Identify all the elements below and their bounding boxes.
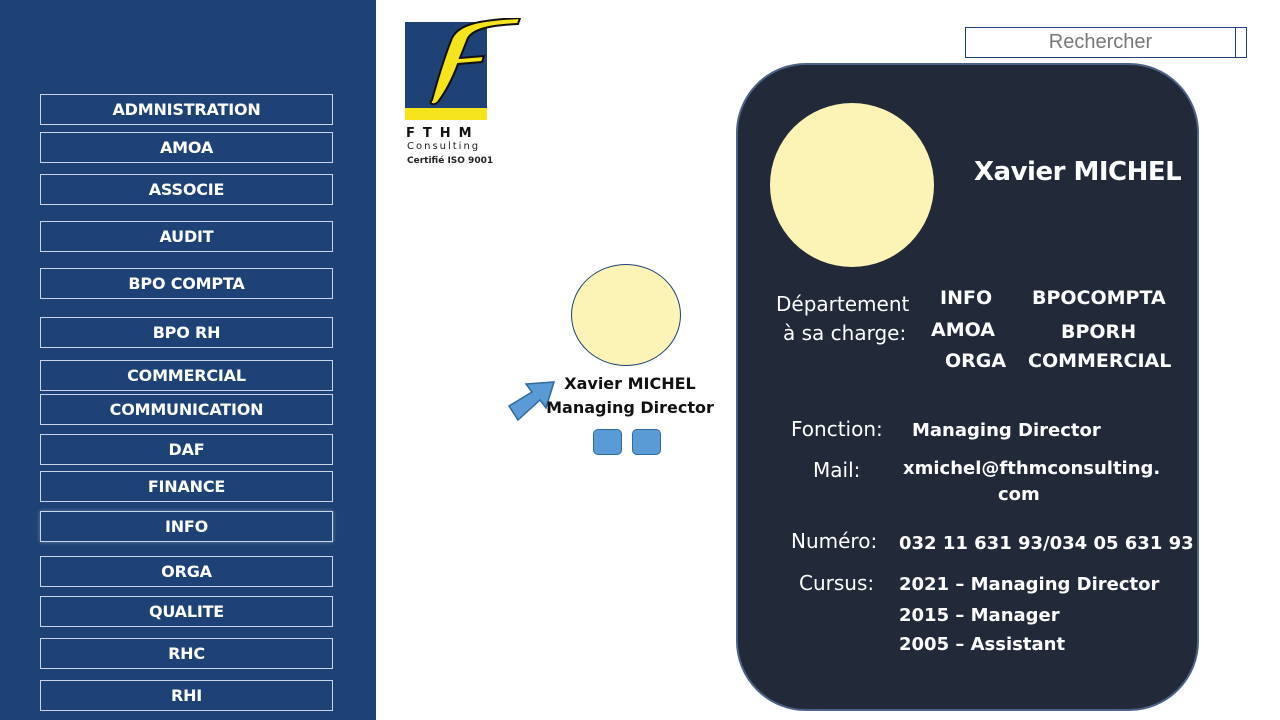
dept-amoa: AMOA — [931, 319, 995, 341]
search-box — [965, 27, 1247, 58]
cursus-label: Cursus: — [799, 571, 875, 595]
sidebar-item-rhi[interactable]: RHI — [40, 680, 333, 711]
logo-consulting: Consulting — [407, 141, 481, 152]
profile-name: Xavier MICHEL — [974, 157, 1182, 187]
numero-label: Numéro: — [791, 529, 878, 553]
sidebar-item-qualite[interactable]: QUALITE — [40, 596, 333, 627]
sidebar-item-communication[interactable]: COMMUNICATION — [40, 394, 333, 425]
fonction-value: Managing Director — [912, 420, 1101, 441]
fonction-label: Fonction: — [791, 417, 883, 441]
sidebar-item-administration[interactable]: ADMNISTRATION — [40, 94, 333, 125]
sidebar-item-finance[interactable]: FINANCE — [40, 471, 333, 502]
dept-bpocompta: BPOCOMPTA — [1032, 287, 1166, 309]
mail-value-line2[interactable]: com — [998, 484, 1040, 505]
org-node-label: Xavier MICHEL Managing Director — [545, 372, 715, 420]
search-button[interactable] — [1236, 28, 1246, 57]
cursus-item: 2021 – Managing Director — [899, 574, 1160, 595]
profile-avatar — [770, 103, 934, 267]
search-input[interactable] — [966, 28, 1236, 57]
mail-label: Mail: — [813, 458, 861, 482]
sidebar: ADMNISTRATION AMOA ASSOCIE AUDIT BPO COM… — [0, 0, 376, 720]
sidebar-item-orga[interactable]: ORGA — [40, 556, 333, 587]
sidebar-item-bpo-compta[interactable]: BPO COMPTA — [40, 268, 333, 299]
mail-value-line1[interactable]: xmichel@fthmconsulting. — [903, 458, 1160, 479]
org-node-name: Xavier MICHEL — [564, 374, 696, 393]
org-node-avatar[interactable] — [571, 264, 681, 366]
org-node-title: Managing Director — [546, 398, 714, 417]
sidebar-item-associe[interactable]: ASSOCIE — [40, 174, 333, 205]
profile-card: Xavier MICHEL Département à sa charge: I… — [736, 63, 1199, 711]
sidebar-item-commercial[interactable]: COMMERCIAL — [40, 360, 333, 391]
numero-value: 032 11 631 93/034 05 631 93 — [899, 533, 1194, 554]
sidebar-item-audit[interactable]: AUDIT — [40, 221, 333, 252]
dept-info: INFO — [940, 287, 993, 309]
dept-commercial: COMMERCIAL — [1028, 350, 1172, 372]
sidebar-item-bpo-rh[interactable]: BPO RH — [40, 317, 333, 348]
prev-button[interactable] — [593, 429, 622, 455]
sidebar-item-rhc[interactable]: RHC — [40, 638, 333, 669]
sidebar-item-amoa[interactable]: AMOA — [40, 132, 333, 163]
department-label-line1: Département — [776, 292, 910, 316]
sidebar-item-info[interactable]: INFO — [40, 511, 333, 542]
dept-bporh: BPORH — [1061, 321, 1137, 343]
cursus-item: 2015 – Manager — [899, 605, 1060, 626]
department-label-line2: à sa charge: — [783, 321, 907, 345]
cursus-item: 2005 – Assistant — [899, 634, 1066, 655]
sidebar-item-daf[interactable]: DAF — [40, 434, 333, 465]
logo-letters: FTHM — [406, 126, 480, 141]
next-button[interactable] — [632, 429, 661, 455]
logo-certification: Certifié ISO 9001 — [407, 156, 494, 166]
dept-orga: ORGA — [945, 350, 1007, 372]
